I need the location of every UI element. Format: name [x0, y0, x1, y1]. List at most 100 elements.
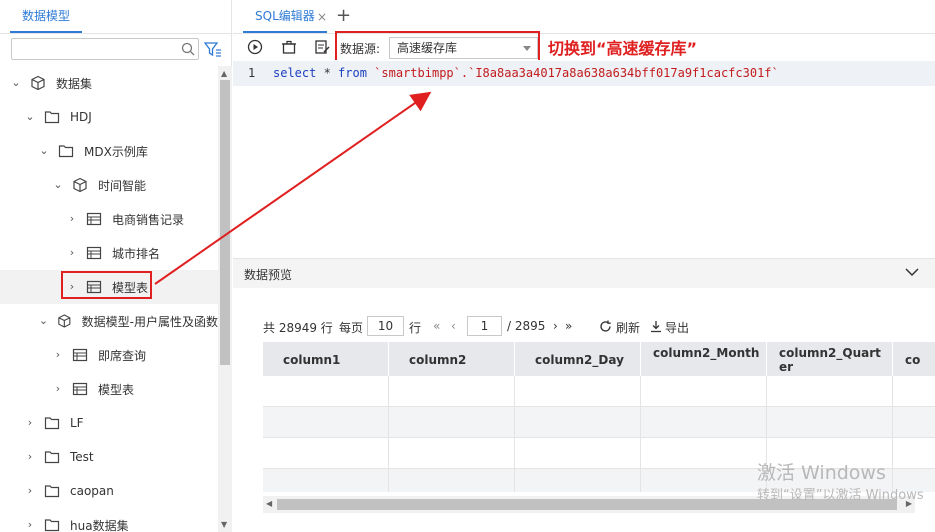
prev-page-icon[interactable]: ‹ [451, 319, 456, 333]
clear-icon[interactable] [281, 39, 297, 55]
scroll-down-icon[interactable]: ▼ [221, 520, 227, 529]
tree-item-test[interactable]: › Test [0, 440, 218, 474]
tree-item-time-intel[interactable]: ⌄ 时间智能 [0, 168, 218, 202]
first-page-icon[interactable]: « [433, 319, 440, 333]
folder-icon [44, 111, 60, 124]
tree-item-label: LF [70, 416, 84, 430]
preview-header[interactable]: 数据预览 [233, 258, 935, 288]
cube-icon [73, 177, 87, 193]
table-icon [86, 212, 102, 226]
column-header[interactable]: column2_Quarter [767, 342, 893, 376]
highlight-box-datasource [335, 31, 540, 62]
tree-item-ecommerce[interactable]: › 电商销售记录 [0, 202, 218, 236]
sql-keyword-from: from [338, 66, 367, 80]
table-icon [86, 246, 102, 260]
chevron-right-icon[interactable]: › [52, 349, 64, 361]
tab-data-model[interactable]: 数据模型 [10, 0, 83, 33]
table-header: column1 column2 column2_Day column2_Mont… [263, 342, 935, 376]
chevron-down-icon[interactable]: ⌄ [10, 77, 22, 89]
chevron-right-icon[interactable]: › [24, 417, 36, 429]
run-icon[interactable] [247, 39, 263, 55]
folder-icon [44, 519, 60, 532]
folder-icon [44, 417, 60, 430]
close-icon[interactable]: × [317, 10, 327, 24]
last-page-icon[interactable]: » [565, 319, 572, 333]
refresh-icon[interactable] [599, 320, 612, 333]
sql-table-ref: `smartbimpp`.`I8a8aa3a4017a8a638a634bff0… [366, 66, 779, 80]
tab-sql-editor[interactable]: SQL编辑器 [243, 0, 327, 33]
chevron-right-icon[interactable]: › [66, 213, 78, 225]
tree-item-label: hua数据集 [70, 518, 129, 532]
column-header[interactable]: column2 [389, 342, 515, 376]
preview-title: 数据预览 [244, 268, 293, 282]
chevron-down-icon[interactable]: ⌄ [24, 111, 36, 123]
tree-item-dataset[interactable]: ⌄ 数据集 [0, 66, 218, 100]
chevron-down-icon[interactable] [905, 265, 919, 279]
export-icon[interactable] [650, 320, 662, 333]
tree-item-label: 模型表 [98, 382, 135, 397]
tree-item-label: 数据模型-用户属性及函数 [81, 314, 218, 329]
table-row[interactable] [263, 407, 935, 438]
refresh-button[interactable]: 刷新 [616, 319, 640, 336]
table-icon [72, 382, 88, 396]
chevron-right-icon[interactable]: › [24, 519, 36, 531]
windows-activation-hint: 转到“设置”以激活 Windows [757, 488, 924, 503]
tree-item-adhoc[interactable]: › 即席查询 [0, 338, 218, 372]
annotation-text: 切换到“高速缓存库” [548, 39, 698, 58]
left-panel: 数据模型 ⌄ 数据集 ⌄ HDJ ⌄ MDX示例库 ⌄ 时间智能 › 电商销售记… [0, 0, 232, 532]
per-page-input[interactable]: 10 [367, 316, 404, 336]
scroll-left-icon[interactable]: ◀ [266, 499, 272, 508]
sql-keyword-select: select [273, 66, 317, 80]
tree-item-label: MDX示例库 [84, 144, 148, 159]
editor-tab-bar: SQL编辑器 × + [233, 0, 935, 34]
tree-scrollbar[interactable]: ▲ ▼ [218, 66, 232, 532]
tree-item-label: caopan [70, 484, 114, 498]
windows-activation-watermark: 激活 Windows [757, 462, 886, 484]
cube-icon [58, 314, 71, 328]
sql-code[interactable]: select * from `smartbimpp`.`I8a8aa3a4017… [273, 66, 779, 80]
cube-icon [31, 75, 45, 91]
tree-item-label: 电商销售记录 [112, 212, 185, 227]
tree-item-label: HDJ [70, 110, 92, 124]
search-input[interactable] [11, 38, 199, 60]
tree-item-label: 时间智能 [98, 178, 147, 193]
table-row[interactable] [263, 376, 935, 407]
chevron-right-icon[interactable]: › [66, 247, 78, 259]
chevron-down-icon[interactable]: ⌄ [52, 179, 64, 191]
column-header[interactable]: column2_Month [641, 342, 767, 376]
left-tab-bar: 数据模型 [0, 0, 232, 34]
export-button[interactable]: 导出 [665, 319, 689, 336]
chevron-right-icon[interactable]: › [24, 451, 36, 463]
chevron-down-icon[interactable]: ⌄ [38, 145, 50, 157]
per-page-suffix: 行 [409, 321, 422, 335]
next-page-icon[interactable]: › [553, 319, 558, 333]
highlight-box-model-table [61, 271, 152, 299]
format-icon[interactable] [314, 39, 330, 55]
total-rows-text: 共 28949 行 [263, 321, 333, 335]
add-tab-icon[interactable]: + [336, 5, 351, 26]
column-header[interactable]: co [893, 342, 935, 376]
column-header[interactable]: column1 [263, 342, 389, 376]
tree-item-lf[interactable]: › LF [0, 406, 218, 440]
chevron-right-icon[interactable]: › [24, 485, 36, 497]
tree-item-city-rank[interactable]: › 城市排名 [0, 236, 218, 270]
tree-item-label: 城市排名 [112, 246, 161, 261]
tree-item-mdx[interactable]: ⌄ MDX示例库 [0, 134, 218, 168]
search-icon [181, 42, 195, 56]
filter-icon[interactable] [204, 41, 222, 57]
tree-item-hua[interactable]: › hua数据集 [0, 508, 218, 532]
tree-item-user-attr[interactable]: ⌄ 数据模型-用户属性及函数 [0, 304, 218, 338]
scroll-thumb[interactable] [220, 80, 230, 365]
page-input[interactable]: 1 [467, 316, 502, 336]
tree-item-hdj[interactable]: ⌄ HDJ [0, 100, 218, 134]
column-header[interactable]: column2_Day [515, 342, 641, 376]
chevron-right-icon[interactable]: › [52, 383, 64, 395]
tree-item-model-table-2[interactable]: › 模型表 [0, 372, 218, 406]
folder-icon [58, 145, 74, 158]
tree-item-label: Test [70, 450, 94, 464]
chevron-down-icon[interactable]: ⌄ [38, 315, 49, 327]
tree-item-caopan[interactable]: › caopan [0, 474, 218, 508]
sql-editor[interactable]: 1 select * from `smartbimpp`.`I8a8aa3a40… [233, 60, 935, 258]
line-number: 1 [248, 66, 256, 80]
scroll-up-icon[interactable]: ▲ [221, 69, 227, 78]
